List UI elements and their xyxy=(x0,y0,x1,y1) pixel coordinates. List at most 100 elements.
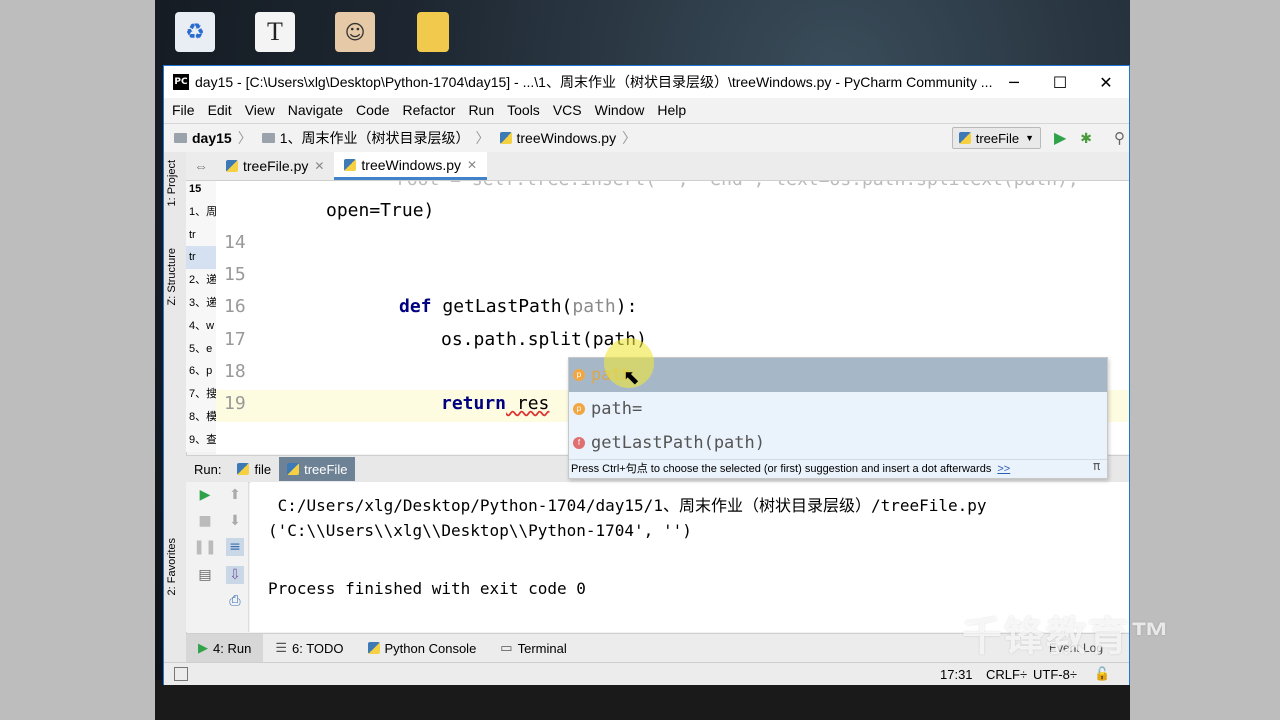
run-tab-label: treeFile xyxy=(304,461,348,477)
pause-icon[interactable]: ❚❚ xyxy=(193,538,216,556)
line-number: 14 xyxy=(224,232,246,253)
menu-help[interactable]: Help xyxy=(657,102,686,118)
down-arrow-icon[interactable]: ⬇ xyxy=(226,512,244,530)
menu-bar: File Edit View Navigate Code Refactor Ru… xyxy=(164,98,1129,122)
menu-code[interactable]: Code xyxy=(356,102,389,118)
hint-more-link[interactable]: >> xyxy=(997,463,1010,475)
window-title: day15 - [C:\Users\xlg\Desktop\Python-170… xyxy=(195,74,993,90)
tree-item[interactable]: 15 xyxy=(186,178,216,201)
soft-wrap-icon[interactable]: ≡ xyxy=(226,538,244,556)
tree-item[interactable]: tr xyxy=(186,224,216,247)
completion-item[interactable]: f getLastPath(path) xyxy=(569,426,1107,460)
typora-icon[interactable]: T xyxy=(255,12,295,52)
tab-label: Python Console xyxy=(384,640,477,656)
print-icon[interactable]: ⎙ xyxy=(226,592,244,610)
tab-label: 6: TODO xyxy=(291,640,344,656)
tab-python-console[interactable]: Python Console xyxy=(356,634,489,662)
completion-label: getLastPath(path) xyxy=(591,433,765,453)
lock-icon[interactable]: 🔓 xyxy=(1094,666,1110,682)
pi-icon[interactable]: π xyxy=(1093,459,1100,473)
menu-edit[interactable]: Edit xyxy=(208,102,232,118)
user-shortcut-icon[interactable]: ☺ xyxy=(335,12,375,52)
tab-label: treeFile.py xyxy=(243,158,309,174)
completion-item[interactable]: p path= xyxy=(569,392,1107,426)
layout-icon[interactable]: ▤ xyxy=(196,566,214,584)
console-line: Process finished with exit code 0 xyxy=(268,579,586,598)
run-icon[interactable]: ▶ xyxy=(1054,128,1066,148)
run-tab-treefile[interactable]: treeFile xyxy=(279,457,356,481)
tree-item[interactable]: 9、查 xyxy=(186,429,216,452)
tree-item[interactable]: 2、递 xyxy=(186,269,216,292)
line-number: 15 xyxy=(224,264,246,285)
menu-window[interactable]: Window xyxy=(595,102,645,118)
tree-item[interactable]: 7、搜 xyxy=(186,383,216,406)
python-file-icon xyxy=(958,132,971,144)
chevron-right-icon: 〉 xyxy=(475,130,490,146)
maximize-button[interactable]: ☐ xyxy=(1037,66,1083,98)
favorites-tool-tab[interactable]: 2: Favorites xyxy=(166,538,178,595)
tree-item[interactable]: 8、模 xyxy=(186,406,216,429)
run-tab-file[interactable]: file xyxy=(229,457,279,481)
code-text: res xyxy=(506,393,550,414)
python-file-icon xyxy=(287,463,300,475)
menu-run[interactable]: Run xyxy=(468,102,494,118)
tree-item[interactable]: 4、w xyxy=(186,315,216,338)
tab-todo[interactable]: ☰ 6: TODO xyxy=(263,634,355,662)
menu-navigate[interactable]: Navigate xyxy=(288,102,343,118)
line-separator[interactable]: CRLF÷ xyxy=(986,667,1027,682)
chevron-right-icon: 〉 xyxy=(237,130,252,146)
toggle-panels-icon[interactable] xyxy=(174,667,188,681)
close-tab-icon[interactable]: ✕ xyxy=(467,158,477,172)
run-toolbar: ▶ ⬆ ■ ⬇ ❚❚ ≡ ▤ ⇩ ⎙ xyxy=(186,482,249,632)
breadcrumb-file[interactable]: treeWindows.py 〉 xyxy=(499,128,637,148)
tab-treefile[interactable]: treeFile.py ✕ xyxy=(216,152,334,180)
breadcrumb-file-label: treeWindows.py xyxy=(516,130,617,146)
tree-item[interactable]: 3、递 xyxy=(186,292,216,315)
close-tab-icon[interactable]: ✕ xyxy=(314,159,324,173)
up-arrow-icon[interactable]: ⬆ xyxy=(226,486,244,504)
split-icon[interactable]: ⇔ xyxy=(186,158,216,174)
minimize-button[interactable]: ─ xyxy=(991,66,1037,98)
tab-terminal[interactable]: ▭ Terminal xyxy=(488,634,578,662)
tab-treewindows[interactable]: treeWindows.py ✕ xyxy=(334,152,488,180)
menu-file[interactable]: File xyxy=(172,102,195,118)
left-letterbox xyxy=(0,0,155,720)
mouse-cursor-icon: ⬉ xyxy=(623,365,640,389)
breadcrumb-project[interactable]: day15 〉 xyxy=(174,128,252,148)
project-tree-panel: 15 1、周 tr tr 2、递 3、递 4、w 5、e 6、p 7、搜 8、模… xyxy=(186,152,217,452)
menu-vcs[interactable]: VCS xyxy=(553,102,582,118)
run-label: Run: xyxy=(194,461,222,477)
code-line-19: return res xyxy=(441,393,549,414)
parameter-icon: p xyxy=(573,403,585,415)
project-tool-tab[interactable]: 1: Project xyxy=(166,160,178,206)
close-button[interactable]: ✕ xyxy=(1083,66,1129,98)
menu-view[interactable]: View xyxy=(245,102,275,118)
tree-item[interactable]: 6、p xyxy=(186,360,216,383)
breadcrumb-project-label: day15 xyxy=(192,130,232,146)
tree-item[interactable]: tr xyxy=(186,246,216,270)
python-file-icon xyxy=(226,160,238,172)
tab-run[interactable]: ▶ 4: Run xyxy=(186,634,264,662)
menu-tools[interactable]: Tools xyxy=(507,102,540,118)
breadcrumb-folder[interactable]: 1、周末作业（树状目录层级） 〉 xyxy=(261,128,490,148)
hint-text: Press Ctrl+句点 to choose the selected (or… xyxy=(571,463,992,475)
run-config-select[interactable]: treeFile ▼ xyxy=(951,127,1041,149)
folder-icon[interactable] xyxy=(417,12,449,52)
chevron-right-icon: 〉 xyxy=(622,130,637,146)
recycle-bin-icon[interactable]: ♻ xyxy=(175,12,215,52)
rerun-icon[interactable]: ▶ xyxy=(196,486,214,504)
line-number: 16 xyxy=(224,296,246,317)
stop-icon[interactable]: ■ xyxy=(196,512,214,530)
tree-item[interactable]: 1、周 xyxy=(186,201,216,224)
file-encoding[interactable]: UTF-8÷ xyxy=(1033,667,1077,682)
todo-icon: ☰ xyxy=(275,640,287,655)
tree-item[interactable]: 5、e xyxy=(186,338,216,361)
menu-refactor[interactable]: Refactor xyxy=(403,102,456,118)
python-console-icon xyxy=(367,642,380,654)
parameter-icon: p xyxy=(573,369,585,381)
search-icon[interactable]: ⚲ xyxy=(1114,129,1125,147)
caret-position[interactable]: 17:31 xyxy=(940,667,973,682)
debug-icon[interactable]: ✱ xyxy=(1080,130,1092,147)
scroll-end-icon[interactable]: ⇩ xyxy=(226,566,244,584)
structure-tool-tab[interactable]: Z: Structure xyxy=(166,248,178,305)
